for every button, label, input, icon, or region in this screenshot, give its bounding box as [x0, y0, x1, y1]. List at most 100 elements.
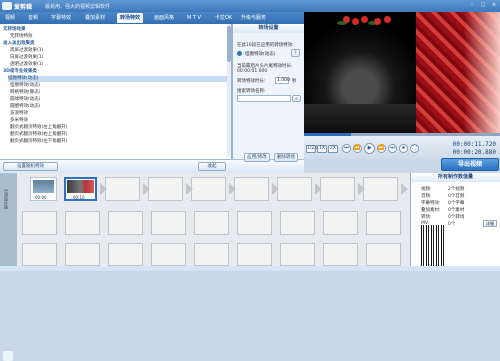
- close-button[interactable]: ×: [489, 1, 499, 10]
- summary-label: 音频:: [421, 194, 432, 199]
- empty-slot[interactable]: [320, 177, 355, 201]
- main-tabs: 视频 音频 字幕特效 叠加素材 转场特效 画面风格 M T V 卡拉OK 升级与…: [0, 12, 304, 24]
- previous-icon[interactable]: ⏮: [342, 144, 351, 153]
- tree-item[interactable]: 翻页式翻页特效(左上角翻开): [10, 125, 68, 131]
- empty-slot[interactable]: [194, 211, 229, 235]
- timeline-icon: [3, 351, 13, 361]
- export-button[interactable]: 导出视频: [441, 158, 499, 171]
- rewind-icon[interactable]: ⏪: [353, 144, 362, 153]
- current-time: 00:00:11.720: [452, 141, 496, 148]
- transition-settings-panel: 转场设置 在此16段已应用的转场特效: 怪圈特效(动态) ? 当前最后片头片尾特…: [232, 24, 304, 162]
- tree-item[interactable]: 透明过渡效果(1): [10, 62, 43, 68]
- tab-audio[interactable]: 音频: [25, 13, 41, 23]
- tab-karaoke[interactable]: 卡拉OK: [212, 13, 235, 23]
- tree-category[interactable]: 3D或专业效果类: [3, 69, 37, 75]
- clip-label: 00:06: [35, 195, 47, 200]
- tree-item[interactable]: 波浪特效: [10, 111, 28, 117]
- tab-service[interactable]: 升级与服务: [238, 13, 269, 23]
- details-button[interactable]: 详细: [483, 220, 497, 227]
- tree-item[interactable]: 圆圈特效(动态): [10, 104, 41, 110]
- play-icon[interactable]: ▶: [364, 143, 375, 154]
- empty-slot[interactable]: [363, 177, 398, 201]
- flower-decoration: [374, 18, 381, 25]
- video-preview[interactable]: [304, 12, 500, 133]
- summary-value: 0个音频: [448, 194, 465, 199]
- empty-slot[interactable]: [22, 243, 57, 266]
- tree-category[interactable]: 无转场效果: [3, 27, 26, 33]
- half-speed-button[interactable]: 1/2X: [306, 145, 317, 153]
- empty-slot[interactable]: [151, 211, 186, 235]
- tree-item[interactable]: 网格特效(静态): [10, 90, 41, 96]
- summary-value: 0个素材: [448, 208, 465, 213]
- tree-item[interactable]: 黑屏过渡效果(1): [10, 48, 43, 54]
- tree-item[interactable]: 圆球特效(动态): [10, 97, 41, 103]
- empty-slot[interactable]: [105, 177, 140, 201]
- summary-value: 0个字幕: [448, 201, 465, 206]
- tab-overlay[interactable]: 叠加素材: [82, 13, 108, 23]
- remove-button[interactable]: 删除转场: [274, 153, 298, 162]
- random-effect-button[interactable]: 设置随机特效: [3, 162, 58, 171]
- empty-slot[interactable]: [65, 243, 100, 266]
- search-icon[interactable]: ⌕: [292, 95, 301, 102]
- normal-speed-button[interactable]: 1X: [317, 145, 327, 153]
- empty-slot[interactable]: [108, 243, 143, 266]
- tab-subtitles[interactable]: 字幕特效: [48, 13, 74, 23]
- tree-item[interactable]: 翻页式翻页特效(左下角翻开): [10, 139, 68, 145]
- minimize-button[interactable]: –: [467, 1, 477, 10]
- empty-slot[interactable]: [277, 177, 312, 201]
- next-icon[interactable]: ⏭: [388, 144, 397, 153]
- tree-item[interactable]: 怪圈特效(动态): [10, 83, 41, 89]
- arrow-icon: [229, 183, 236, 195]
- empty-slot[interactable]: [108, 211, 143, 235]
- tree-item[interactable]: 翻页式翻页特效(右上角翻开): [10, 132, 68, 138]
- empty-slot[interactable]: [237, 243, 272, 266]
- apply-button[interactable]: 应用/修改: [244, 153, 270, 162]
- empty-slot[interactable]: [194, 243, 229, 266]
- summary-label: 字幕特效:: [421, 201, 441, 206]
- project-summary-panel: 所有制作数值量 视频: 2个视频 音频: 0个音频 字幕特效: 0个字幕 叠加素…: [410, 173, 500, 271]
- empty-slot[interactable]: [65, 211, 100, 235]
- empty-slot[interactable]: [191, 177, 226, 201]
- empty-slot[interactable]: [280, 211, 315, 235]
- tab-mtv[interactable]: M T V: [184, 13, 204, 23]
- tab-style[interactable]: 画面风格: [151, 13, 177, 23]
- empty-slot[interactable]: [323, 211, 358, 235]
- search-input[interactable]: [237, 95, 291, 102]
- tree-item[interactable]: 多米特效: [10, 118, 28, 124]
- arrow-icon: [100, 183, 107, 195]
- collapse-button[interactable]: 收起: [198, 162, 226, 171]
- settings-header: 转场设置: [233, 24, 304, 33]
- logo-icon: [2, 2, 12, 10]
- current-effect-value: 怪圈特效(动态): [245, 52, 276, 57]
- empty-slot[interactable]: [366, 243, 401, 266]
- tree-category[interactable]: 淡入淡出效果类: [3, 41, 35, 47]
- empty-slot[interactable]: [151, 243, 186, 266]
- summary-label: 叠加素材:: [421, 208, 441, 213]
- empty-slot[interactable]: [148, 177, 183, 201]
- tree-item[interactable]: 白屏过渡效果(1): [10, 55, 43, 61]
- tree-scroll-thumb[interactable]: [227, 26, 231, 62]
- maximize-button[interactable]: □: [478, 1, 488, 10]
- tab-video[interactable]: 视频: [2, 13, 18, 23]
- duration-input[interactable]: 1.000: [275, 77, 290, 84]
- arrow-icon: [186, 183, 193, 195]
- empty-slot[interactable]: [22, 211, 57, 235]
- double-speed-button[interactable]: 2X: [328, 145, 338, 153]
- duration-value: 00:00:01.000: [237, 69, 268, 74]
- fast-forward-icon[interactable]: ⏩: [377, 144, 386, 153]
- empty-slot[interactable]: [280, 243, 315, 266]
- empty-slot[interactable]: [323, 243, 358, 266]
- tree-item[interactable]: 无转场特效: [10, 34, 33, 40]
- arrow-icon: [358, 183, 365, 195]
- effect-info-button[interactable]: ?: [291, 49, 300, 57]
- empty-slot[interactable]: [237, 211, 272, 235]
- empty-slot[interactable]: [366, 211, 401, 235]
- video-frame-light: [464, 12, 500, 133]
- empty-slot[interactable]: [234, 177, 269, 201]
- app-subtitle: 最易用、强大的视频剪辑软件: [45, 4, 111, 10]
- fullscreen-icon[interactable]: ⛶: [410, 144, 419, 153]
- tab-transitions[interactable]: 转场特效: [117, 13, 144, 23]
- tree-item-selected[interactable]: 怪圈特效(动态): [8, 76, 227, 82]
- stop-icon[interactable]: ⏹: [399, 144, 408, 153]
- total-time: 00:00:20.880: [452, 149, 496, 156]
